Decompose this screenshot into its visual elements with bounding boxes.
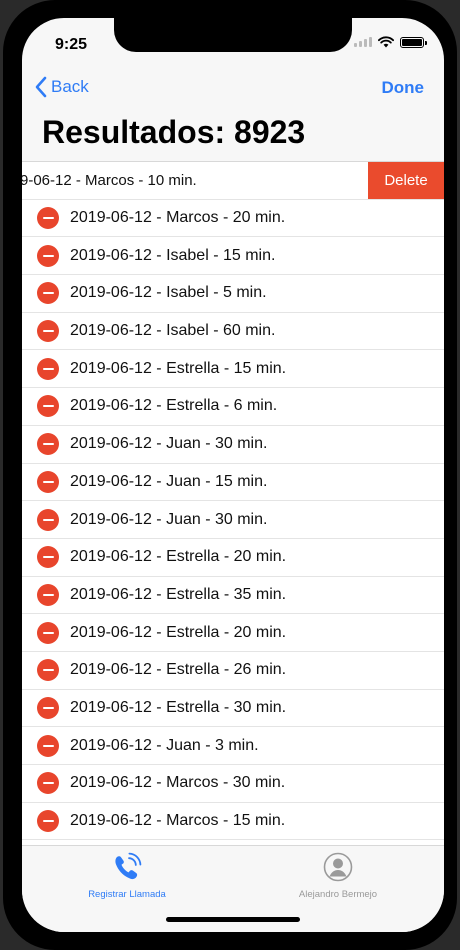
list-item-label: 2019-06-12 - Estrella - 30 min. <box>70 698 287 716</box>
delete-minus-icon[interactable] <box>37 470 59 493</box>
signal-icon <box>354 37 372 47</box>
delete-minus-icon[interactable] <box>37 508 59 531</box>
delete-minus-icon[interactable] <box>37 696 59 719</box>
delete-minus-icon[interactable] <box>37 320 59 343</box>
list-item[interactable]: 2019-06-12 - Juan - 15 min. <box>22 463 444 502</box>
delete-minus-icon[interactable] <box>37 282 59 305</box>
list-item[interactable]: 2019-06-12 - Marcos - 15 min. <box>22 802 444 841</box>
wifi-icon <box>378 36 394 48</box>
delete-minus-icon[interactable] <box>37 207 59 230</box>
page-title: Resultados: 8923 <box>42 114 306 150</box>
user-avatar-icon <box>323 852 353 882</box>
list-item[interactable]: 2019-06-12 - Isabel - 5 min. <box>22 275 444 313</box>
battery-icon <box>400 36 427 48</box>
list-item-label: 2019-06-12 - Estrella - 15 min. <box>70 359 287 377</box>
delete-button[interactable]: Delete <box>368 162 444 199</box>
tab-label: Alejandro Bermejo <box>298 889 378 900</box>
phone-call-icon <box>115 852 142 880</box>
tab-alejandro-bermejo[interactable]: Alejandro Bermejo <box>258 852 418 900</box>
delete-minus-icon[interactable] <box>37 433 59 456</box>
list-item[interactable]: 2019-06-12 - Juan - 30 min. <box>22 501 444 539</box>
delete-minus-icon[interactable] <box>37 395 59 418</box>
list-item[interactable]: 2019-06-12 - Estrella - 20 min. <box>22 614 444 652</box>
delete-minus-icon[interactable] <box>37 772 59 795</box>
tab-registrar-llamada[interactable]: Registrar Llamada <box>47 852 207 900</box>
list-item[interactable]: 2019-06-12 - Estrella - 20 min. <box>22 538 444 577</box>
phone-frame: 9:25 Back Done Resultados: 8923 9-06-12 … <box>3 0 457 950</box>
list-item-swiped[interactable]: 9-06-12 - Marcos - 10 min. Delete <box>22 162 444 200</box>
status-time: 9:25 <box>55 36 88 53</box>
done-button[interactable]: Done <box>382 78 425 98</box>
list-item-label: 2019-06-12 - Juan - 30 min. <box>70 435 268 453</box>
delete-minus-icon[interactable] <box>37 546 59 569</box>
list-item-label: 2019-06-12 - Isabel - 60 min. <box>70 322 276 340</box>
list-item[interactable]: 2019-06-12 - Estrella - 26 min. <box>22 651 444 690</box>
list-item[interactable]: 2019-06-12 - Marcos - 20 min. <box>22 199 444 238</box>
list-item-label: 2019-06-12 - Juan - 15 min. <box>70 472 268 490</box>
back-label: Back <box>51 77 89 96</box>
list-item-label: 2019-06-12 - Estrella - 20 min. <box>70 623 287 641</box>
home-indicator <box>166 917 300 922</box>
delete-minus-icon[interactable] <box>37 810 59 833</box>
list-item-label: 2019-06-12 - Isabel - 5 min. <box>70 284 267 302</box>
list-item-label: 2019-06-12 - Juan - 30 min. <box>70 510 268 528</box>
list-item[interactable]: 2019-06-12 - Juan - 30 min. <box>22 425 444 464</box>
list-item[interactable]: 2019-06-12 - Isabel - 15 min. <box>22 237 444 276</box>
list-item[interactable]: 2019-06-12 - Isabel - 60 min. <box>22 312 444 351</box>
delete-minus-icon[interactable] <box>37 734 59 757</box>
list-item[interactable]: 2019-06-12 - Estrella - 35 min. <box>22 576 444 615</box>
status-icons <box>354 36 427 48</box>
list-item-label: 2019-06-12 - Juan - 3 min. <box>70 736 259 754</box>
list-item[interactable]: 2019-06-12 - Marcos - 30 min. <box>22 765 444 803</box>
list-item-label: 2019-06-12 - Estrella - 6 min. <box>70 397 278 415</box>
list-item-label: 2019-06-12 - Estrella - 35 min. <box>70 585 287 603</box>
list-item[interactable]: 2019-06-12 - Juan - 3 min. <box>22 727 444 765</box>
list-item[interactable]: 2019-06-12 - Estrella - 30 min. <box>22 689 444 728</box>
list-item-label: 9-06-12 - Marcos - 10 min. <box>22 171 197 189</box>
chevron-left-icon <box>35 76 47 98</box>
delete-minus-icon[interactable] <box>37 659 59 682</box>
delete-minus-icon[interactable] <box>37 357 59 380</box>
list-item-label: 2019-06-12 - Isabel - 15 min. <box>70 246 276 264</box>
list-item-label: 2019-06-12 - Estrella - 26 min. <box>70 661 287 679</box>
list-item[interactable]: 2019-06-12 - Estrella - 15 min. <box>22 350 444 389</box>
back-button[interactable]: Back <box>34 76 89 98</box>
delete-minus-icon[interactable] <box>37 583 59 606</box>
delete-minus-icon[interactable] <box>37 621 59 644</box>
screen: 9:25 Back Done Resultados: 8923 9-06-12 … <box>22 18 444 932</box>
delete-minus-icon[interactable] <box>37 244 59 267</box>
results-list: 9-06-12 - Marcos - 10 min. Delete 2019-0… <box>22 161 444 846</box>
list-item-label: 2019-06-12 - Estrella - 20 min. <box>70 548 287 566</box>
list-item[interactable]: 2019-06-12 - Estrella - 6 min. <box>22 388 444 426</box>
notch <box>114 18 352 52</box>
tab-label: Registrar Llamada <box>88 889 166 900</box>
list-item-label: 2019-06-12 - Marcos - 20 min. <box>70 209 286 227</box>
list-item-label: 2019-06-12 - Marcos - 30 min. <box>70 774 286 792</box>
tab-bar: Registrar Llamada Alejandro Bermejo <box>22 845 444 932</box>
list-item-label: 2019-06-12 - Marcos - 15 min. <box>70 812 286 830</box>
navigation-bar: Back Done <box>22 74 444 104</box>
